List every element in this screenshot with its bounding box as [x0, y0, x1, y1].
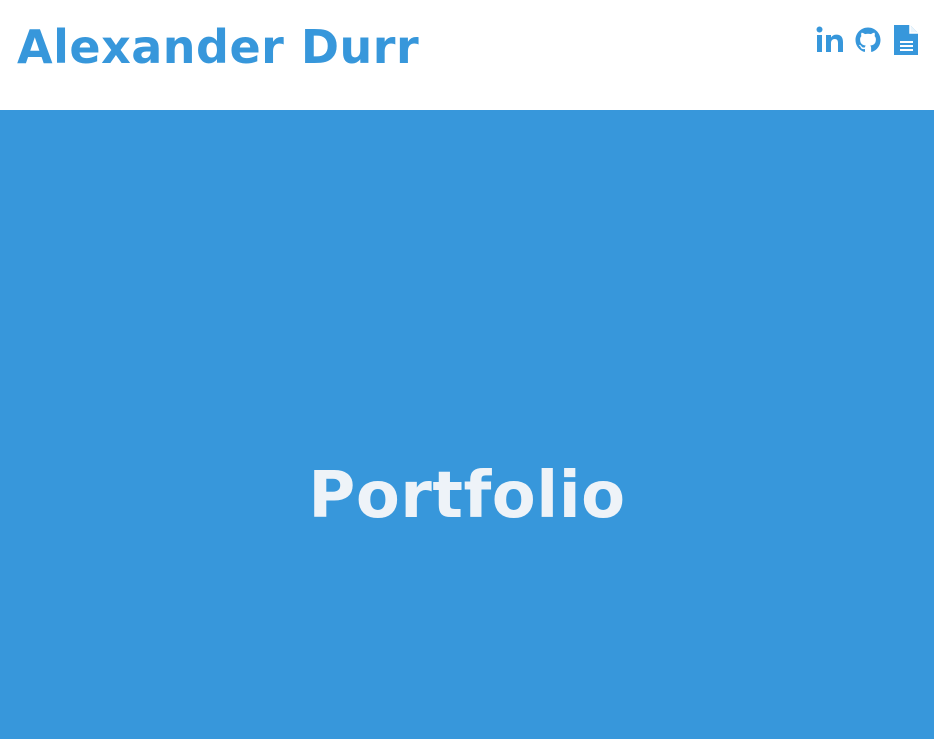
- github-link[interactable]: [854, 24, 882, 56]
- hero-banner: Portfolio: [0, 110, 934, 739]
- site-title[interactable]: Alexander Durr: [17, 14, 419, 80]
- github-icon: [855, 27, 881, 52]
- resume-link[interactable]: [892, 24, 920, 56]
- site-header: Alexander Durr: [0, 0, 934, 110]
- linkedin-link[interactable]: [816, 24, 844, 56]
- social-links: [816, 24, 920, 56]
- resume-document-icon: [894, 25, 918, 55]
- linkedin-icon: [816, 26, 843, 52]
- hero-title: Portfolio: [308, 458, 626, 533]
